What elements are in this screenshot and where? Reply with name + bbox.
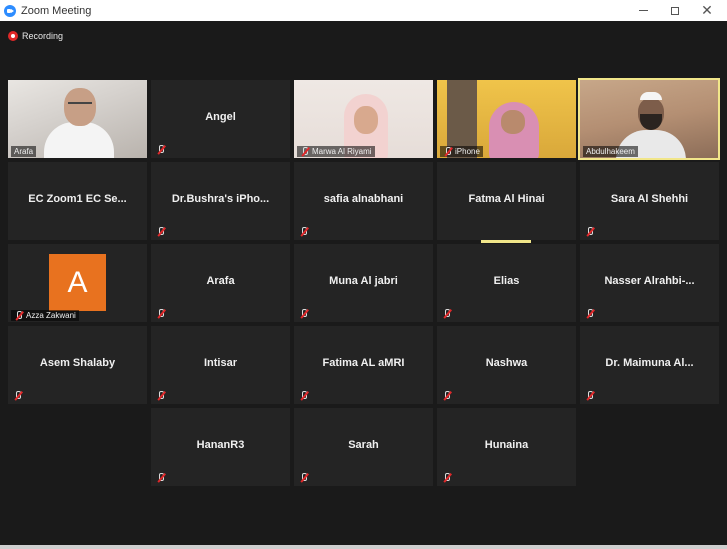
participant-name: Elias xyxy=(493,275,520,287)
participant-name-label: Arafa xyxy=(11,146,37,157)
avatar: A xyxy=(49,254,106,311)
participant-tile-abdulhakeem[interactable]: Abdulhakeem xyxy=(578,78,720,160)
participant-name: EC Zoom1 EC Se... xyxy=(28,193,127,205)
participant-name-label: Abdulhakeem xyxy=(583,146,638,157)
mic-muted-icon xyxy=(442,391,451,400)
participant-tile-ec-zoom[interactable]: EC Zoom1 EC Se... xyxy=(8,162,147,240)
mic-muted-icon xyxy=(299,391,308,400)
mic-muted-icon xyxy=(13,391,22,400)
participant-name: Dr. Maimuna Al... xyxy=(605,357,694,369)
participant-name: Sara Al Shehhi xyxy=(610,193,689,205)
participant-tile-nashwa[interactable]: Nashwa xyxy=(437,326,576,404)
participant-tile-intisar[interactable]: Intisar xyxy=(151,326,290,404)
participant-tile-maimuna[interactable]: Dr. Maimuna Al... xyxy=(580,326,719,404)
participant-name: Hunaina xyxy=(484,439,529,451)
mic-muted-icon xyxy=(156,309,165,318)
participant-tile-sarah[interactable]: Sarah xyxy=(294,408,433,486)
participant-tile-hananr3[interactable]: HananR3 xyxy=(151,408,290,486)
gallery-view: Arafa Angel Marwa Al Riyami iPhone Abdul… xyxy=(0,0,727,549)
participant-name-label: Marwa Al Riyami xyxy=(297,146,375,157)
participant-tile-elias[interactable]: Elias xyxy=(437,244,576,322)
mic-muted-icon xyxy=(585,309,594,318)
participant-name: HananR3 xyxy=(196,439,245,451)
mic-muted-icon xyxy=(299,473,308,482)
mic-muted-icon xyxy=(442,309,451,318)
participant-name: Muna Al jabri xyxy=(329,275,398,287)
mic-muted-icon xyxy=(585,391,594,400)
speaking-indicator xyxy=(481,240,531,243)
mic-muted-icon xyxy=(299,227,308,236)
mic-muted-icon xyxy=(156,227,165,236)
participant-name: Asem Shalaby xyxy=(39,357,116,369)
mic-muted-icon xyxy=(443,147,452,156)
participant-tile-muna[interactable]: Muna Al jabri xyxy=(294,244,433,322)
participant-tile-fatima[interactable]: Fatima AL aMRI xyxy=(294,326,433,404)
participant-tile-angel[interactable]: Angel xyxy=(151,80,290,158)
mic-muted-icon xyxy=(585,227,594,236)
mic-muted-icon xyxy=(14,311,23,320)
participant-name: Sarah xyxy=(348,439,379,451)
mic-muted-icon xyxy=(300,147,309,156)
participant-tile-nasser[interactable]: Nasser Alrahbi-... xyxy=(580,244,719,322)
participant-name: Nasser Alrahbi-... xyxy=(604,275,695,287)
participant-name: Angel xyxy=(205,111,236,123)
participant-tile-arafa-video[interactable]: Arafa xyxy=(8,80,147,158)
participant-name: Dr.Bushra's iPho... xyxy=(171,193,270,205)
taskbar-edge xyxy=(0,545,727,549)
participant-name: Nashwa xyxy=(485,357,528,369)
participant-tile-fatma[interactable]: Fatma Al Hinai xyxy=(437,162,576,240)
participant-name: Arafa xyxy=(206,275,235,287)
mic-muted-icon xyxy=(442,473,451,482)
participant-name-label: iPhone xyxy=(440,146,483,157)
mic-muted-icon xyxy=(156,473,165,482)
mic-muted-icon xyxy=(156,145,165,154)
participant-tile-bushra[interactable]: Dr.Bushra's iPho... xyxy=(151,162,290,240)
mic-muted-icon xyxy=(299,309,308,318)
participant-tile-azza[interactable]: A Azza Zakwani xyxy=(8,244,147,322)
participant-name-label: Azza Zakwani xyxy=(11,310,79,321)
mic-muted-icon xyxy=(156,391,165,400)
participant-tile-asem[interactable]: Asem Shalaby xyxy=(8,326,147,404)
participant-tile-safia[interactable]: safia alnabhani xyxy=(294,162,433,240)
participant-tile-hunaina[interactable]: Hunaina xyxy=(437,408,576,486)
participant-name: safia alnabhani xyxy=(323,193,404,205)
participant-tile-iphone[interactable]: iPhone xyxy=(437,80,576,158)
participant-name: Fatma Al Hinai xyxy=(468,193,545,205)
participant-tile-sara[interactable]: Sara Al Shehhi xyxy=(580,162,719,240)
participant-tile-arafa[interactable]: Arafa xyxy=(151,244,290,322)
participant-tile-marwa[interactable]: Marwa Al Riyami xyxy=(294,80,433,158)
participant-name: Intisar xyxy=(203,357,237,369)
participant-name: Fatima AL aMRI xyxy=(322,357,405,369)
